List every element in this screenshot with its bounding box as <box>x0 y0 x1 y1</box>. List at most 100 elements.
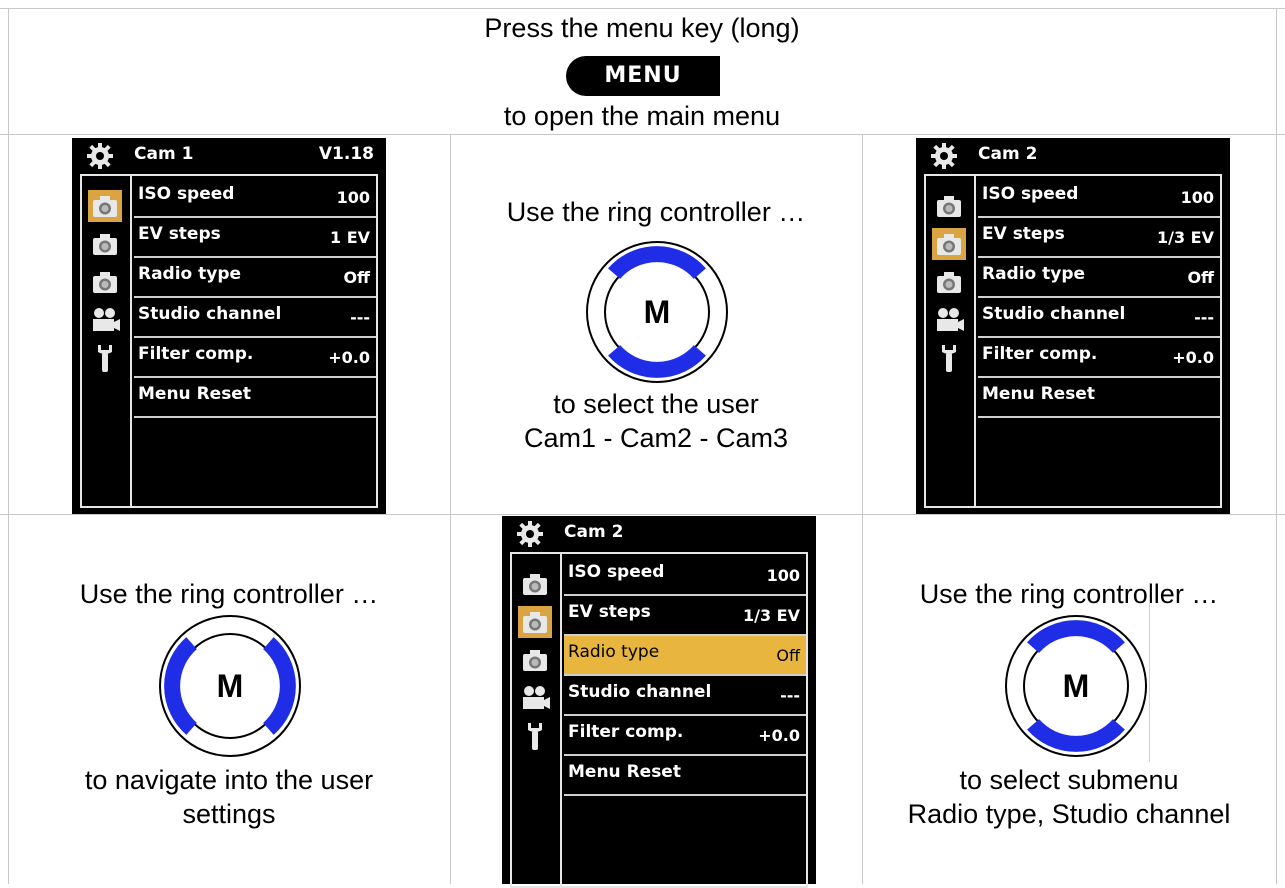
table-row-divider <box>0 134 1285 135</box>
setting-value: --- <box>350 308 370 327</box>
camera-icon <box>518 606 552 638</box>
ring3-key-label: M <box>1062 668 1090 704</box>
table-border-left <box>8 8 9 884</box>
sidebar-divider <box>560 552 562 888</box>
setting-value: 100 <box>766 566 800 585</box>
setting-label: Radio type <box>568 642 660 662</box>
ring1-description-line2: Cam1 - Cam2 - Cam3 <box>523 423 789 453</box>
settings-row[interactable]: Radio type Off <box>134 258 376 298</box>
setting-label: EV steps <box>568 602 651 622</box>
row-underline <box>134 416 376 418</box>
settings-row[interactable]: Filter comp. +0.0 <box>978 338 1220 378</box>
setting-value: 100 <box>1180 188 1214 207</box>
gear-icon <box>516 520 544 548</box>
top-instruction-line3: to open the main menu <box>503 101 781 131</box>
settings-row[interactable]: Studio channel --- <box>564 676 806 716</box>
top-instruction-line1: Press the menu key (long) <box>484 13 800 43</box>
settings-row[interactable]: Menu Reset <box>134 378 376 418</box>
screen-title: Cam 1 <box>134 144 194 164</box>
setting-label: Filter comp. <box>138 344 254 364</box>
camera-screen-cam2: Cam 2 ISO speed 100 EV steps 1/3 EV Radio ty… <box>916 138 1230 514</box>
sidebar-divider <box>130 174 132 508</box>
ring3-description-line1: to select submenu <box>959 765 1179 795</box>
setting-value: --- <box>1194 308 1214 327</box>
camera-icon <box>518 568 552 600</box>
settings-row[interactable]: Filter comp. +0.0 <box>134 338 376 378</box>
yellow-marker-line <box>1149 584 1150 762</box>
setting-value: 1/3 EV <box>1157 228 1214 247</box>
setting-label: Menu Reset <box>568 762 681 782</box>
ring2-instruction: Use the ring controller … <box>79 579 379 609</box>
screen-header: Cam 2 <box>502 516 816 552</box>
setting-label: Menu Reset <box>138 384 251 404</box>
setting-value: 1 EV <box>329 228 370 247</box>
ring3-description-line2: Radio type, Studio channel <box>907 799 1231 829</box>
wrench-icon <box>932 342 966 374</box>
ring1-key-label: M <box>643 294 671 330</box>
setting-value: Off <box>1187 268 1214 287</box>
row-underline <box>564 794 806 796</box>
settings-row[interactable]: EV steps 1/3 EV <box>564 596 806 636</box>
settings-row[interactable]: Studio channel --- <box>134 298 376 338</box>
screen-title: Cam 2 <box>978 144 1038 164</box>
wrench-icon <box>88 342 122 374</box>
ring2-key-label: M <box>216 668 244 704</box>
camera-icon <box>88 190 122 222</box>
setting-value: +0.0 <box>328 348 370 367</box>
settings-row[interactable]: Radio type Off <box>978 258 1220 298</box>
camera-screen-cam2-highlight: Cam 2 ISO speed 100 EV steps 1/3 EV Radio ty… <box>502 516 816 888</box>
video-camera-icon <box>518 682 552 714</box>
firmware-version: V1.18 <box>318 144 374 164</box>
setting-value: 100 <box>336 188 370 207</box>
setting-label: Studio channel <box>568 682 712 702</box>
row-underline <box>978 416 1220 418</box>
setting-value: Off <box>776 646 800 665</box>
settings-row[interactable]: ISO speed 100 <box>134 178 376 218</box>
camera-icon <box>932 228 966 260</box>
video-camera-icon <box>932 304 966 336</box>
settings-row[interactable]: Menu Reset <box>564 756 806 796</box>
settings-row[interactable]: EV steps 1/3 EV <box>978 218 1220 258</box>
settings-row[interactable]: Studio channel --- <box>978 298 1220 338</box>
video-camera-icon <box>88 304 122 336</box>
setting-label: EV steps <box>982 224 1065 244</box>
setting-value: Off <box>343 268 370 287</box>
setting-label: ISO speed <box>982 184 1079 204</box>
setting-value: --- <box>780 686 800 705</box>
gear-icon <box>930 142 958 170</box>
setting-label: Studio channel <box>982 304 1126 324</box>
ring2-description-line2: settings <box>182 799 276 829</box>
camera-screen-cam1: Cam 1 V1.18 ISO speed 100 EV steps 1 EV Radi… <box>72 138 386 514</box>
setting-value: +0.0 <box>1172 348 1214 367</box>
table-row-divider <box>0 514 1285 515</box>
menu-key-button[interactable]: MENU <box>566 56 720 96</box>
settings-row[interactable]: EV steps 1 EV <box>134 218 376 258</box>
setting-value: +0.0 <box>758 726 800 745</box>
screen-header: Cam 1 V1.18 <box>72 138 386 174</box>
table-border-top <box>0 8 1285 9</box>
settings-row[interactable]: ISO speed 100 <box>564 556 806 596</box>
ring3-instruction: Use the ring controller … <box>919 579 1219 609</box>
camera-icon <box>932 266 966 298</box>
setting-label: ISO speed <box>138 184 235 204</box>
screen-title: Cam 2 <box>564 522 624 542</box>
settings-row[interactable]: ISO speed 100 <box>978 178 1220 218</box>
wrench-icon <box>518 720 552 752</box>
setting-value: 1/3 EV <box>743 606 800 625</box>
setting-label: Filter comp. <box>982 344 1098 364</box>
setting-label: ISO speed <box>568 562 665 582</box>
setting-label: Studio channel <box>138 304 282 324</box>
camera-icon <box>88 228 122 260</box>
settings-row[interactable]: Menu Reset <box>978 378 1220 418</box>
sidebar-divider <box>974 174 976 508</box>
setting-label: EV steps <box>138 224 221 244</box>
ring2-description-line1: to navigate into the user <box>84 765 374 795</box>
settings-row[interactable]: Radio type Off <box>564 636 806 676</box>
ring1-description-line1: to select the user <box>553 389 759 419</box>
settings-row[interactable]: Filter comp. +0.0 <box>564 716 806 756</box>
ring1-instruction: Use the ring controller … <box>506 197 806 227</box>
table-col-divider <box>450 134 451 884</box>
setting-label: Radio type <box>982 264 1086 284</box>
setting-label: Menu Reset <box>982 384 1095 404</box>
setting-label: Filter comp. <box>568 722 684 742</box>
